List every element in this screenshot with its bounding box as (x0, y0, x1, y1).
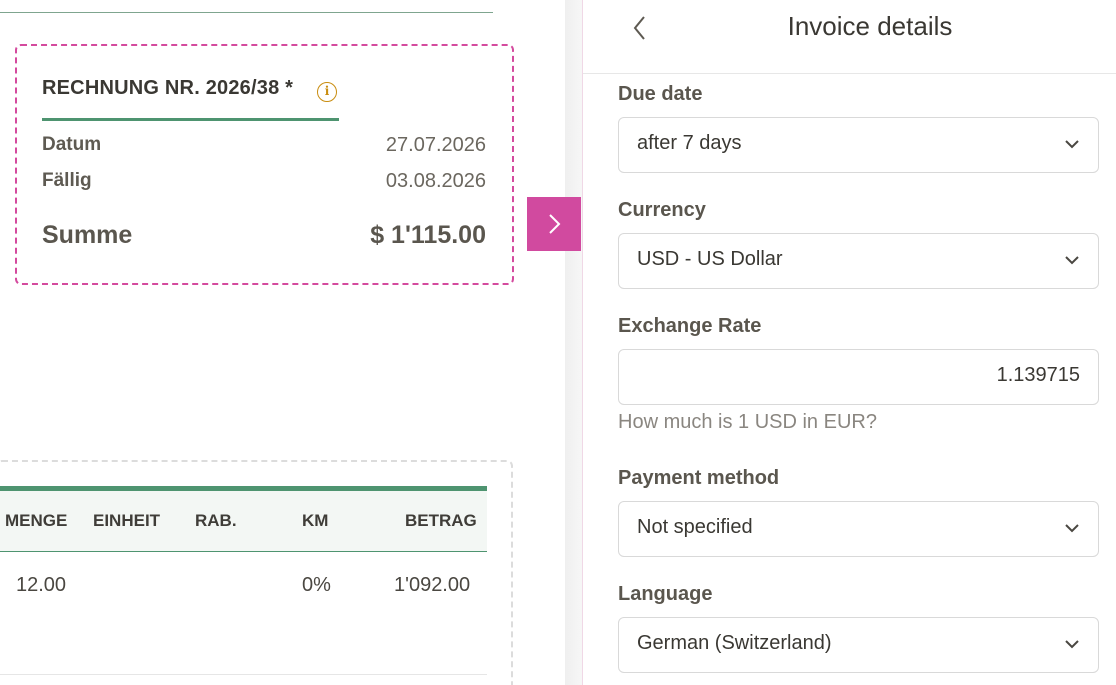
exchange-rate-input[interactable]: 1.139715 (618, 349, 1099, 405)
language-value: German (Switzerland) (637, 632, 832, 654)
language-label: Language (618, 583, 713, 605)
panel-gutter (565, 0, 583, 685)
column-header-einheit: EINHEIT (93, 511, 161, 530)
cell-betrag: 1'092.00 (394, 574, 471, 596)
language-select[interactable]: German (Switzerland) (618, 617, 1099, 673)
payment-method-value: Not specified (637, 516, 753, 538)
currency-label: Currency (618, 199, 706, 221)
column-header-rab: RAB. (195, 511, 237, 530)
sum-value: $ 1'115.00 (370, 221, 486, 249)
payment-method-select[interactable]: Not specified (618, 501, 1099, 557)
chevron-down-icon (1065, 524, 1079, 533)
divider (0, 12, 493, 13)
date-label: Datum (42, 134, 102, 155)
cell-km[interactable]: 0% (302, 574, 331, 597)
currency-select[interactable]: USD - US Dollar (618, 233, 1099, 289)
chevron-down-icon (1065, 640, 1079, 649)
chevron-down-icon (1065, 140, 1079, 149)
info-icon[interactable]: i (317, 82, 337, 102)
due-date-value: after 7 days (637, 132, 742, 154)
chevron-right-icon (549, 214, 561, 234)
panel-header: Invoice details (583, 0, 1116, 74)
due-date-select[interactable]: after 7 days (618, 117, 1099, 173)
currency-value: USD - US Dollar (637, 248, 783, 270)
title-underline (42, 118, 339, 121)
chevron-down-icon (1065, 256, 1079, 265)
collapse-panel-button[interactable] (527, 197, 581, 251)
panel-title: Invoice details (787, 11, 953, 41)
due-label: Fällig (42, 170, 92, 191)
exchange-rate-hint: How much is 1 USD in EUR? (618, 411, 877, 433)
invoice-header-card[interactable]: RECHNUNG NR. 2026/38 * i Datum 27.07.202… (15, 44, 514, 285)
invoice-details-panel: Invoice details Due date after 7 days Cu… (582, 0, 1116, 685)
invoice-title: RECHNUNG NR. 2026/38 * (42, 77, 294, 99)
date-value: 27.07.2026 (385, 134, 486, 156)
cell-menge[interactable]: 12.00 (16, 574, 66, 597)
column-header-km: KM (302, 511, 329, 530)
due-value: 03.08.2026 (385, 170, 486, 192)
row-divider (0, 674, 487, 675)
due-date-label: Due date (618, 83, 703, 105)
exchange-rate-label: Exchange Rate (618, 315, 762, 337)
column-header-betrag: BETRAG (405, 511, 477, 530)
payment-method-label: Payment method (618, 467, 780, 489)
sum-label: Summe (42, 221, 133, 249)
column-header-menge: MENGE (5, 511, 68, 530)
exchange-rate-value: 1.139715 (996, 364, 1080, 386)
invoice-document: RECHNUNG NR. 2026/38 * i Datum 27.07.202… (0, 0, 565, 685)
